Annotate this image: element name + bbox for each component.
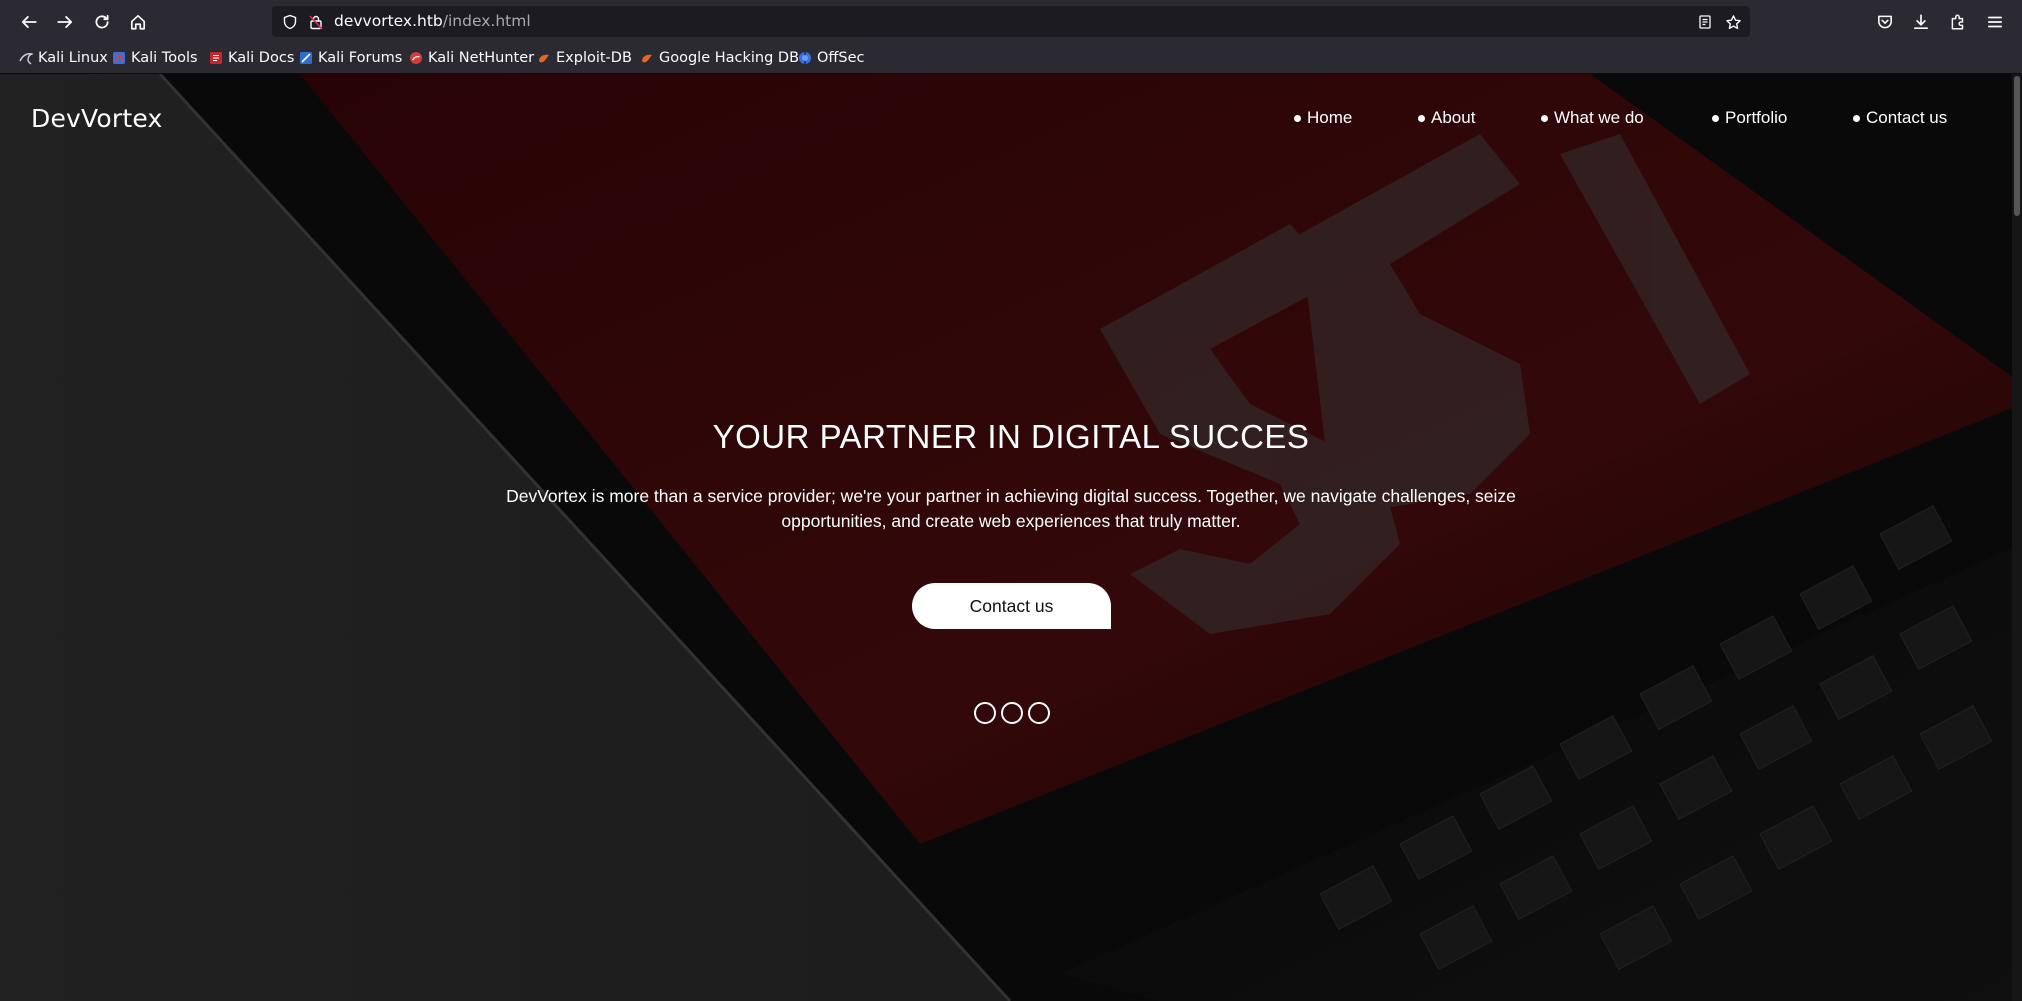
arrow-right-icon [57, 16, 73, 28]
insecure-lock-icon[interactable] [306, 12, 326, 32]
hamburger-menu-icon [1987, 16, 2003, 28]
nav-item-label: Portfolio [1725, 108, 1788, 127]
download-icon [1913, 14, 1929, 30]
bookmark-exploit-db[interactable]: Exploit-DB [537, 48, 632, 68]
google-hacking-db-icon [642, 54, 652, 63]
bookmark-label: Kali Tools [131, 50, 198, 66]
bookmark-google-hacking-db[interactable]: Google Hacking DB [640, 48, 799, 68]
offsec-icon [799, 52, 811, 64]
shield-icon[interactable] [280, 12, 300, 32]
pocket-button[interactable] [1870, 7, 1900, 37]
bookmark-label: OffSec [817, 50, 865, 66]
kali-tools-icon [113, 52, 125, 64]
nav-item-label: What we do [1554, 108, 1644, 127]
bookmark-kali-tools[interactable]: Kali Tools [112, 48, 198, 68]
bullet-icon [1541, 114, 1548, 122]
hero-description: DevVortex is more than a service provide… [506, 486, 1516, 531]
contact-us-button[interactable]: Contact us [912, 583, 1111, 629]
carousel-indicator[interactable] [1001, 702, 1023, 724]
site-nav: Home About What we do Portfolio Contact … [0, 108, 2022, 132]
bookmark-kali-nethunter[interactable]: Kali NetHunter [409, 48, 534, 68]
nav-item-label: Contact us [1866, 108, 1948, 127]
browser-toolbar: devvortex.htb/index.html [0, 0, 2022, 43]
nav-item-what-we-do[interactable]: What we do [1541, 108, 1644, 128]
back-button[interactable] [14, 7, 44, 37]
carousel-indicator[interactable] [974, 702, 996, 724]
hero-background-image [0, 74, 2022, 1001]
hero-title: YOUR PARTNER IN DIGITAL SUCCES [712, 418, 1310, 455]
menu-button[interactable] [1980, 7, 2010, 37]
home-button[interactable] [123, 7, 153, 37]
reader-view-icon[interactable] [1695, 12, 1715, 32]
home-icon [130, 14, 146, 30]
kali-docs-icon [210, 52, 222, 64]
bookmark-kali-linux[interactable]: Kali Linux [19, 48, 108, 68]
bullet-icon [1418, 114, 1425, 122]
bookmark-label: Exploit-DB [556, 50, 632, 66]
page-viewport: DevVortex Home About What we do Portfoli… [0, 74, 2022, 1001]
bookmark-offsec[interactable]: OffSec [798, 48, 865, 68]
carousel-indicator[interactable] [1028, 702, 1050, 724]
bookmark-kali-forums[interactable]: Kali Forums [299, 48, 402, 68]
url-domain: devvortex.htb [334, 12, 443, 30]
reload-icon [95, 14, 109, 29]
exploit-db-icon [539, 54, 549, 63]
bookmark-label: Kali NetHunter [428, 50, 535, 66]
bookmark-star-icon[interactable] [1723, 12, 1743, 32]
bookmark-kali-docs[interactable]: Kali Docs [209, 48, 294, 68]
url-bar[interactable]: devvortex.htb/index.html [272, 6, 1750, 37]
bookmark-label: Kali Linux [38, 50, 108, 66]
puzzle-icon [1951, 14, 1964, 30]
nav-item-contact-us[interactable]: Contact us [1853, 108, 1947, 128]
url-text[interactable]: devvortex.htb/index.html [334, 12, 531, 30]
bookmark-label: Kali Forums [318, 50, 403, 66]
carousel-indicators [974, 702, 1054, 726]
nav-item-label: Home [1307, 108, 1353, 127]
bullet-icon [1853, 114, 1860, 122]
pocket-icon [1878, 15, 1892, 29]
scrollbar-thumb[interactable] [2014, 76, 2020, 216]
reload-button[interactable] [87, 7, 117, 37]
url-path: /index.html [442, 12, 531, 30]
nav-item-about[interactable]: About [1418, 108, 1475, 128]
arrow-left-icon [21, 16, 37, 28]
forward-button[interactable] [50, 7, 80, 37]
kali-nethunter-icon [410, 52, 422, 64]
kali-linux-icon [19, 53, 33, 65]
nav-item-label: About [1431, 108, 1476, 127]
extensions-button[interactable] [1943, 7, 1973, 37]
bullet-icon [1294, 114, 1301, 122]
nav-item-portfolio[interactable]: Portfolio [1712, 108, 1787, 128]
bookmark-label: Google Hacking DB [659, 50, 800, 66]
kali-forums-icon [300, 52, 312, 64]
bullet-icon [1712, 114, 1719, 122]
bookmarks-toolbar: Kali Linux Kali Tools Kali Docs Kali For… [0, 43, 2022, 74]
bookmark-label: Kali Docs [228, 50, 295, 66]
page-scrollbar[interactable] [2012, 74, 2022, 1001]
nav-item-home[interactable]: Home [1294, 108, 1352, 128]
downloads-button[interactable] [1906, 7, 1936, 37]
